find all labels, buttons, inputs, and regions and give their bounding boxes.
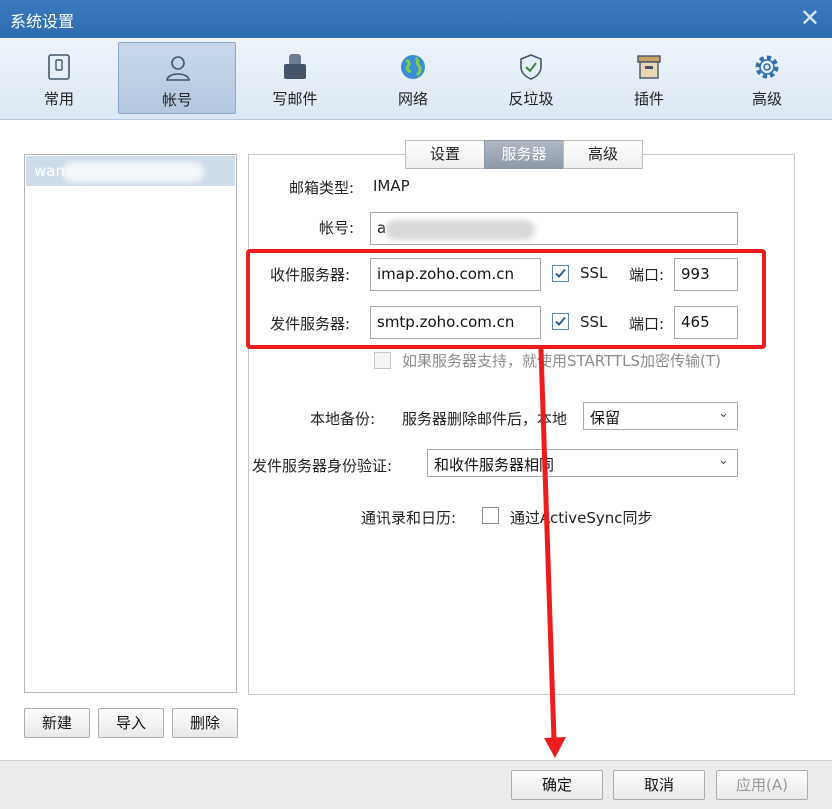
toolbar-item-plugin[interactable]: 插件 <box>590 42 708 114</box>
mailbox-type-label: 邮箱类型: <box>289 179 355 197</box>
account-redaction <box>385 220 535 240</box>
chevron-down-icon: ⌄ <box>718 406 729 421</box>
tab-advanced[interactable]: 高级 <box>563 140 643 169</box>
account-field-label: 帐号: <box>319 219 355 237</box>
toolbar-label: 写邮件 <box>272 90 318 108</box>
account-redaction <box>62 162 204 182</box>
delete-account-button[interactable]: 删除 <box>172 708 238 738</box>
toolbar-item-account[interactable]: 帐号 <box>118 42 236 114</box>
toolbar-item-general[interactable]: 常用 <box>0 42 118 114</box>
cancel-button[interactable]: 取消 <box>613 770 705 800</box>
compose-icon <box>284 54 306 79</box>
account-name: wan <box>34 162 65 180</box>
activesync-checkbox[interactable] <box>482 507 499 524</box>
dialog-footer <box>0 760 832 809</box>
contacts-calendar-label: 通讯录和日历: <box>361 509 457 527</box>
starttls-checkbox[interactable] <box>374 352 391 369</box>
tab-server[interactable]: 服务器 <box>484 140 564 169</box>
toolbar-item-compose[interactable]: 写邮件 <box>236 42 354 114</box>
smtp-auth-select[interactable]: 和收件服务器相同 ⌄ <box>427 449 738 477</box>
account-icon <box>166 56 190 81</box>
title-bar: 系统设置 ✕ <box>0 0 832 38</box>
toolbar-label: 常用 <box>43 90 74 108</box>
account-field[interactable]: a <box>370 212 738 245</box>
chevron-down-icon: ⌄ <box>718 453 729 468</box>
toolbar-label: 插件 <box>633 90 664 108</box>
antispam-icon <box>520 54 542 80</box>
ok-button[interactable]: 确定 <box>511 770 603 800</box>
smtp-auth-label: 发件服务器身份验证: <box>252 457 393 475</box>
toolbar-label: 高级 <box>751 90 782 108</box>
plugin-icon <box>637 55 661 79</box>
highlight-box <box>246 249 766 349</box>
backup-select[interactable]: 保留 ⌄ <box>583 402 738 430</box>
network-icon <box>401 55 425 79</box>
toolbar-item-antispam[interactable]: 反垃圾 <box>472 42 590 114</box>
list-item[interactable]: wan <box>26 156 235 186</box>
toolbar-label: 网络 <box>397 90 428 108</box>
close-icon[interactable]: ✕ <box>800 4 820 32</box>
settings-toolbar: 常用 帐号 写邮件 网络 反垃圾 插件 高级 <box>0 38 832 120</box>
mailbox-type-value: IMAP <box>373 177 410 195</box>
backup-description: 服务器删除邮件后，本地 <box>402 410 568 428</box>
backup-label: 本地备份: <box>310 410 376 428</box>
tab-settings[interactable]: 设置 <box>405 140 485 169</box>
apply-button[interactable]: 应用(A) <box>716 770 808 800</box>
toolbar-label: 帐号 <box>161 91 192 109</box>
toolbar-label: 反垃圾 <box>508 90 554 108</box>
smtp-auth-value: 和收件服务器相同 <box>434 456 555 474</box>
toolbar-item-network[interactable]: 网络 <box>354 42 472 114</box>
general-icon <box>48 54 70 80</box>
account-list[interactable]: wan <box>24 154 237 693</box>
backup-value: 保留 <box>590 409 621 427</box>
toolbar-item-advanced[interactable]: 高级 <box>708 42 826 114</box>
activesync-label: 通过ActiveSync同步 <box>510 509 653 527</box>
new-account-button[interactable]: 新建 <box>24 708 90 738</box>
window-title: 系统设置 <box>10 12 75 31</box>
gear-icon <box>755 55 779 79</box>
import-account-button[interactable]: 导入 <box>98 708 164 738</box>
starttls-label: 如果服务器支持，就使用STARTTLS加密传输(T) <box>402 352 721 370</box>
